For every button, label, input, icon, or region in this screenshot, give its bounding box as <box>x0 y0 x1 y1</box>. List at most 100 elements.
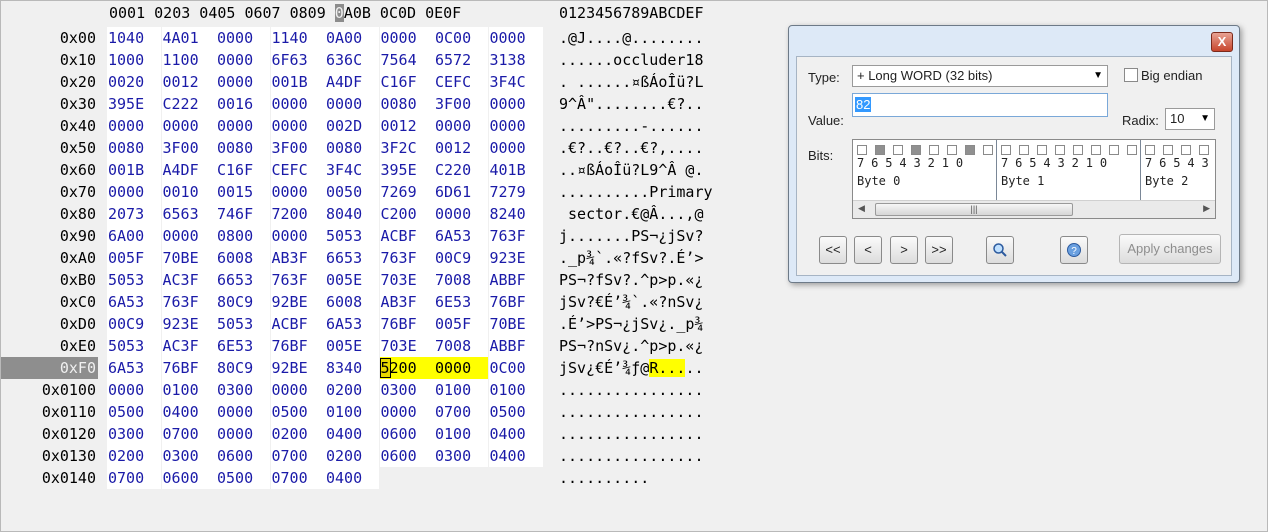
ascii-text[interactable]: PS¬?nSv¿.^p>p.«¿ <box>559 335 704 357</box>
hex-cell[interactable]: 0600 <box>379 423 434 445</box>
hex-cell[interactable]: 1140 <box>270 27 325 49</box>
hex-cell[interactable]: 8040 <box>325 203 379 225</box>
hex-cell[interactable]: 0800 <box>216 225 270 247</box>
bit-checkbox[interactable] <box>857 145 867 155</box>
hex-cell[interactable]: 00C9 <box>107 313 161 335</box>
radix-select[interactable]: 10 ▼ <box>1165 108 1215 130</box>
hex-cell[interactable]: 7564 <box>379 49 434 71</box>
hex-cell[interactable]: 6A53 <box>325 313 379 335</box>
bit-checkbox[interactable] <box>1127 145 1137 155</box>
hex-cell[interactable]: 0000 <box>434 203 488 225</box>
hex-cell[interactable]: 0200 <box>270 423 325 445</box>
hex-cell[interactable]: 002D <box>325 115 379 137</box>
hex-cell[interactable]: 0000 <box>488 115 543 137</box>
hex-cell[interactable]: 763F <box>488 225 543 247</box>
hex-cell[interactable]: 0012 <box>161 71 216 93</box>
hex-cell[interactable]: 6572 <box>434 49 488 71</box>
hex-cell[interactable]: 005F <box>107 247 161 269</box>
bit-checkbox[interactable] <box>1001 145 1011 155</box>
hex-cell[interactable]: 001B <box>270 71 325 93</box>
hex-cell[interactable]: 6008 <box>216 247 270 269</box>
hex-cell[interactable]: 0000 <box>434 115 488 137</box>
hex-cell[interactable]: 7200 <box>270 203 325 225</box>
hex-cell[interactable]: 0012 <box>434 137 488 159</box>
hex-cell[interactable]: 0000 <box>325 93 379 115</box>
hex-cell[interactable]: 0400 <box>488 445 543 467</box>
hex-cell[interactable]: 395E <box>379 159 434 181</box>
hex-cell[interactable]: 0300 <box>216 379 270 401</box>
hex-cell[interactable]: 5053 <box>107 269 161 291</box>
ascii-text[interactable]: jSv?€É’¾`.«?nSv¿ <box>559 291 704 313</box>
hex-cell[interactable]: 3F00 <box>161 137 216 159</box>
hex-cell[interactable]: 763F <box>270 269 325 291</box>
scroll-right-icon[interactable]: ▶ <box>1203 203 1210 214</box>
hex-cell[interactable]: 92BE <box>270 357 325 379</box>
hex-cell[interactable]: 0300 <box>161 445 216 467</box>
hex-cell[interactable]: 0100 <box>434 379 488 401</box>
hex-cell[interactable]: 0300 <box>379 379 434 401</box>
bit-checkbox[interactable] <box>1073 145 1083 155</box>
hex-cell[interactable]: A4DF <box>161 159 216 181</box>
hex-cell[interactable]: 7279 <box>488 181 543 203</box>
ascii-text[interactable]: ..........Primary <box>559 181 713 203</box>
hex-cell[interactable]: 3F2C <box>379 137 434 159</box>
hex-cell[interactable]: 6008 <box>325 291 379 313</box>
ascii-text[interactable]: jSv¿€É’¾ƒ@R..... <box>559 357 704 379</box>
hex-cell[interactable]: 763F <box>161 291 216 313</box>
hex-cell[interactable]: 6A53 <box>107 357 161 379</box>
hex-cell[interactable]: 0080 <box>379 93 434 115</box>
ascii-text[interactable]: ................ <box>559 445 704 467</box>
hex-cell[interactable]: 0400 <box>161 401 216 423</box>
hex-cell[interactable]: 0000 <box>216 49 270 71</box>
bit-checkbox[interactable] <box>1181 145 1191 155</box>
bit-checkbox[interactable] <box>947 145 957 155</box>
hex-cell[interactable]: C16F <box>216 159 270 181</box>
ascii-text[interactable]: .......... <box>559 467 649 489</box>
hex-cell[interactable]: 0700 <box>270 445 325 467</box>
hex-cell[interactable]: 0000 <box>488 93 543 115</box>
hex-cell[interactable]: 0000 <box>216 401 270 423</box>
hex-cell[interactable]: A4DF <box>325 71 379 93</box>
ascii-text[interactable]: ._p¾`.«?fSv?.É’> <box>559 247 704 269</box>
hex-cell[interactable]: 0200 <box>325 379 379 401</box>
hex-cell[interactable]: 0600 <box>161 467 216 489</box>
hex-cell[interactable]: 0000 <box>434 357 488 379</box>
hex-cell[interactable]: 3F4C <box>325 159 379 181</box>
dialog-titlebar[interactable]: X <box>789 26 1239 56</box>
hex-cell[interactable]: 0050 <box>325 181 379 203</box>
scroll-thumb[interactable]: ||| <box>875 203 1073 216</box>
hex-cell[interactable]: 0080 <box>325 137 379 159</box>
ascii-text[interactable]: PS¬?fSv?.^p>p.«¿ <box>559 269 704 291</box>
hex-cell[interactable]: 1100 <box>161 49 216 71</box>
hex-cell[interactable]: 0100 <box>325 401 379 423</box>
hex-cell[interactable]: 6E53 <box>216 335 270 357</box>
ascii-text[interactable]: 9^Â"........€?.. <box>559 93 704 115</box>
hex-cell[interactable]: AB3F <box>270 247 325 269</box>
hex-cell[interactable]: 3F00 <box>270 137 325 159</box>
hex-cell[interactable]: 00C9 <box>434 247 488 269</box>
hex-cell[interactable]: 0700 <box>434 401 488 423</box>
hex-cell[interactable]: 3138 <box>488 49 543 71</box>
hex-cell[interactable]: 746F <box>216 203 270 225</box>
hex-cell[interactable]: 6653 <box>325 247 379 269</box>
hex-cell[interactable]: 7269 <box>379 181 434 203</box>
bit-checkbox[interactable] <box>1163 145 1173 155</box>
hex-cell[interactable]: 395E <box>107 93 161 115</box>
hex-cell[interactable]: 0000 <box>107 115 161 137</box>
hex-cell[interactable]: 0600 <box>216 445 270 467</box>
hex-cell[interactable]: ABBF <box>488 335 543 357</box>
last-button[interactable]: >> <box>925 236 953 264</box>
hex-cell[interactable]: AC3F <box>161 269 216 291</box>
hex-cell[interactable]: 0200 <box>107 445 161 467</box>
bit-checkbox[interactable] <box>911 145 921 155</box>
hex-cell[interactable]: 005E <box>325 269 379 291</box>
hex-cell[interactable]: 0000 <box>216 71 270 93</box>
hex-cell[interactable]: 0100 <box>161 379 216 401</box>
hex-cell[interactable]: 763F <box>379 247 434 269</box>
bit-checkbox[interactable] <box>983 145 993 155</box>
hex-cell[interactable]: 0000 <box>488 137 543 159</box>
hex-cell[interactable]: 923E <box>488 247 543 269</box>
hex-cell[interactable]: 8340 <box>325 357 379 379</box>
hex-cell[interactable]: 0020 <box>107 71 161 93</box>
hex-cell[interactable]: 005E <box>325 335 379 357</box>
